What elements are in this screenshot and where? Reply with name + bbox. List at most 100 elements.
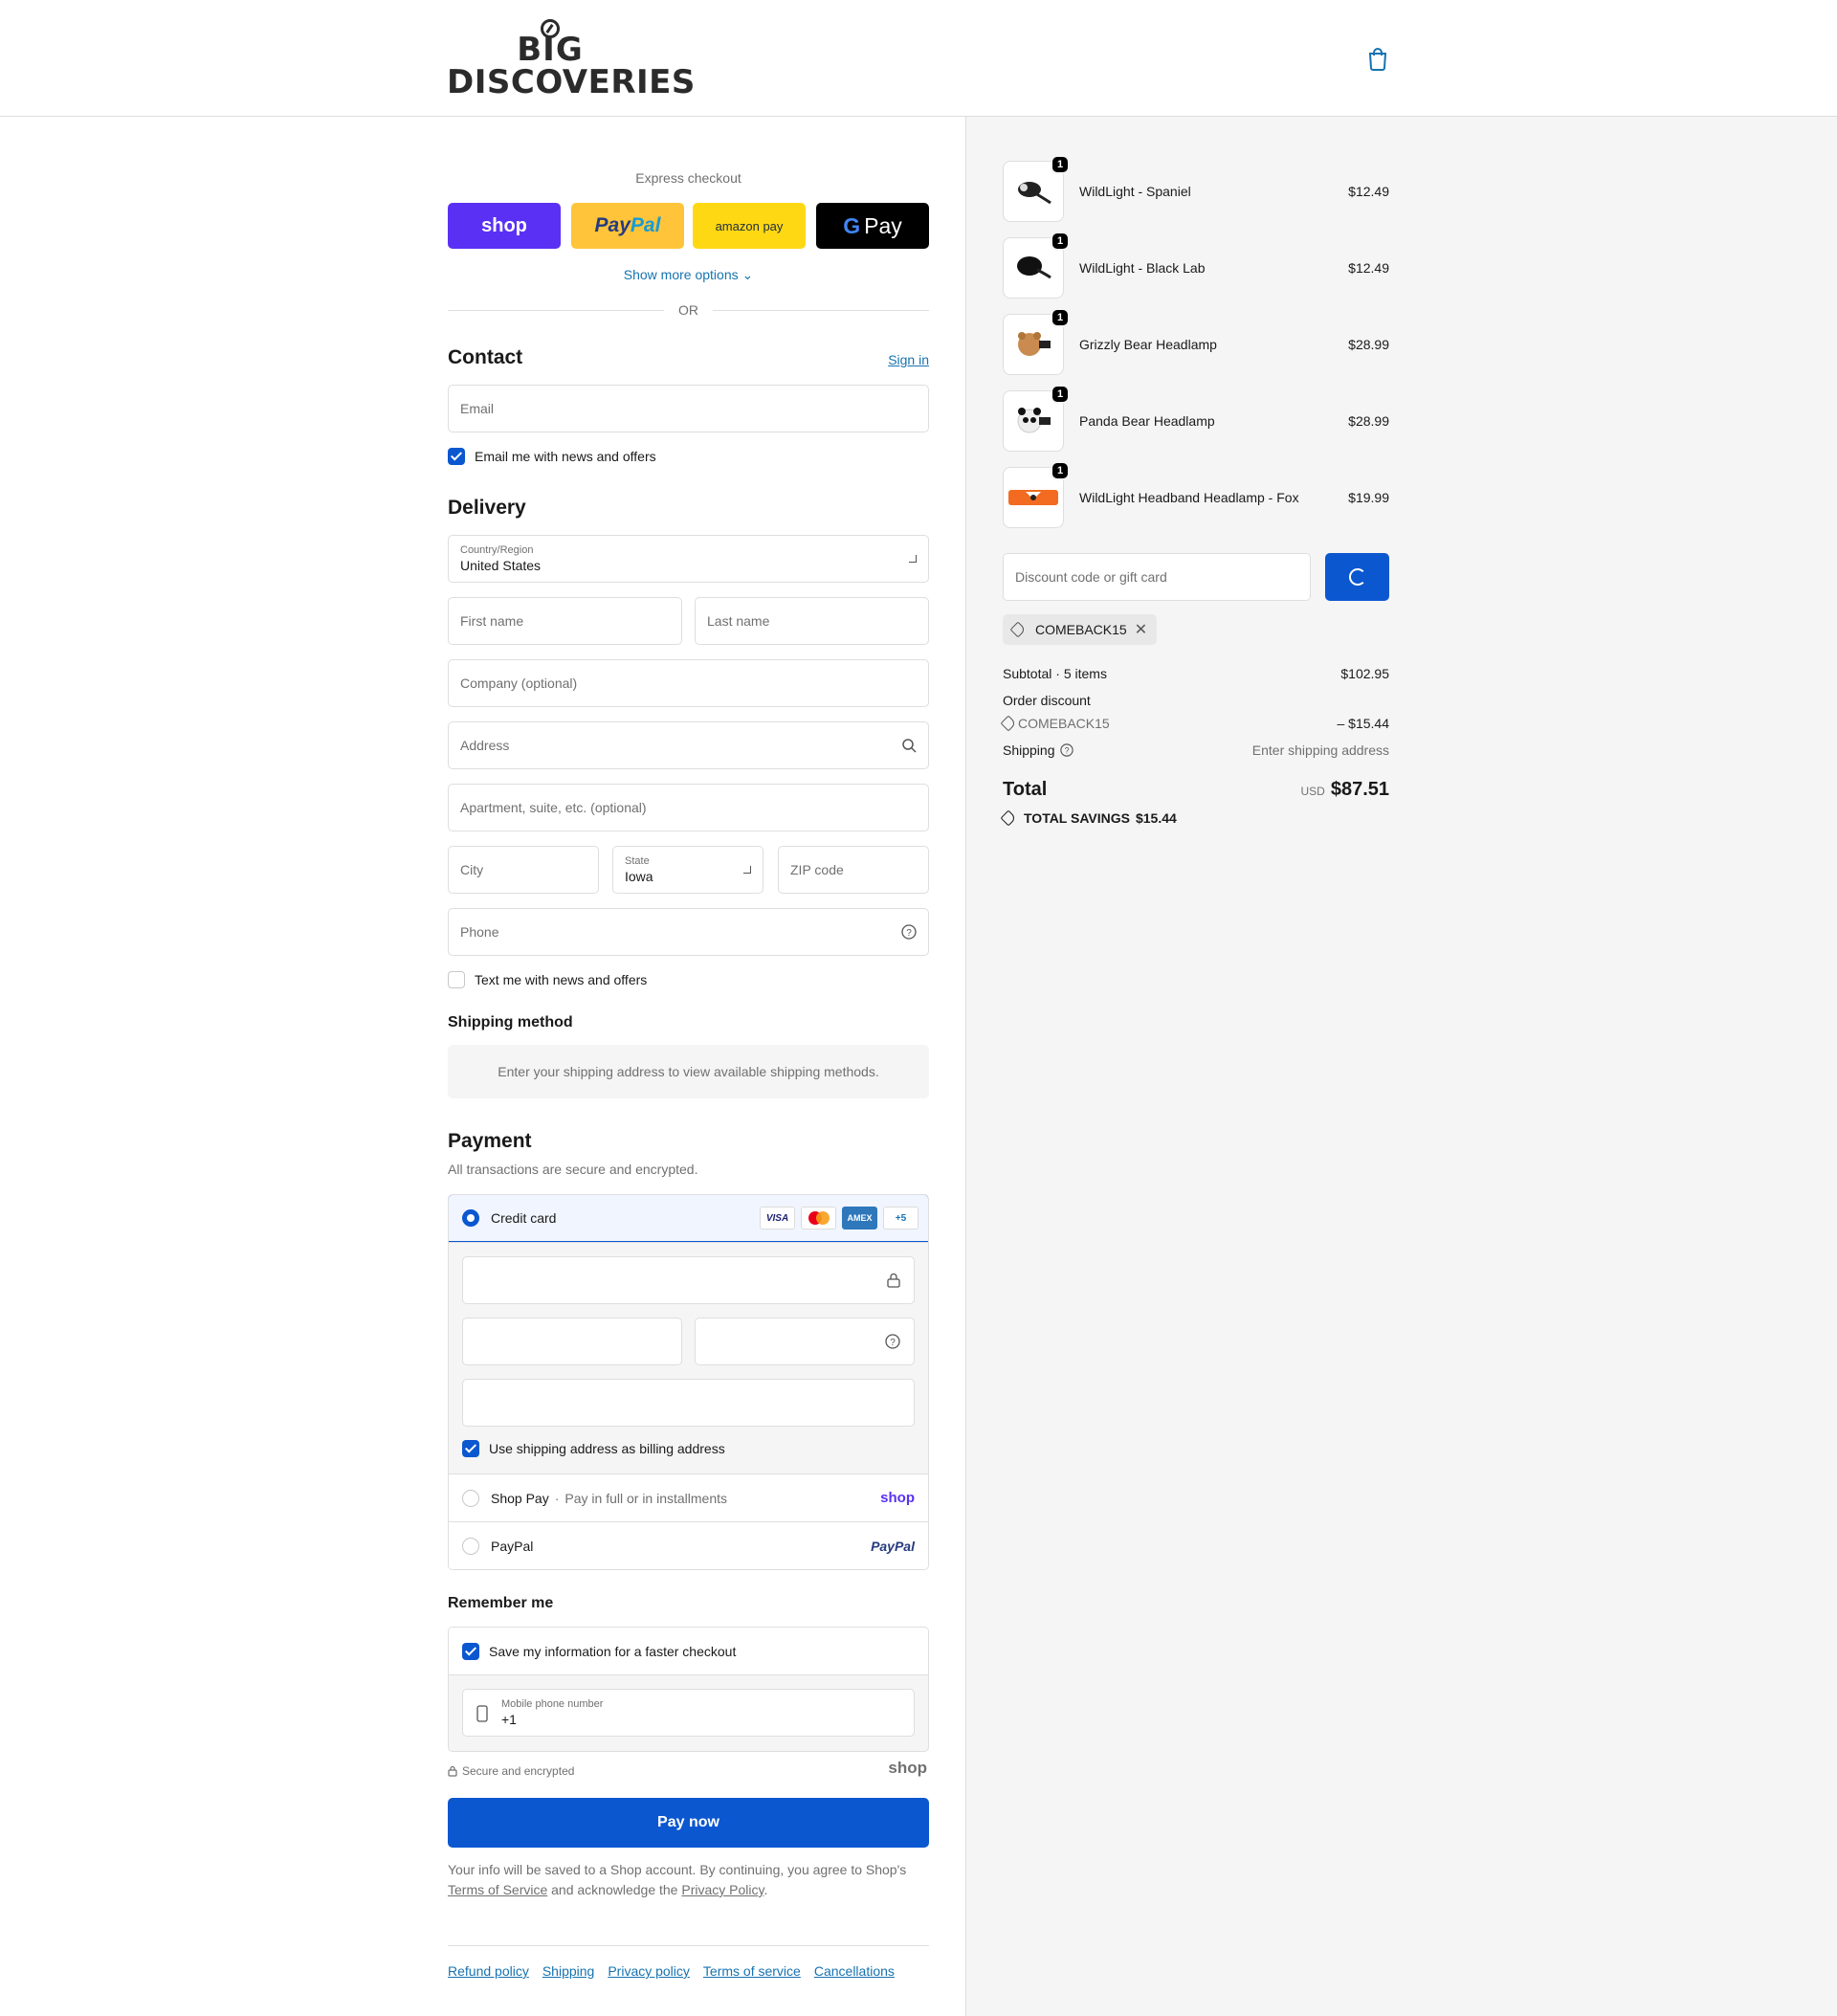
svg-text:?: ?: [1064, 746, 1069, 756]
security-code-field[interactable]: ?: [695, 1318, 915, 1365]
text-optin-checkbox[interactable]: Text me with news and offers: [448, 971, 647, 988]
help-icon[interactable]: ?: [901, 924, 917, 940]
mobile-phone-field[interactable]: Mobile phone number +1: [462, 1689, 915, 1737]
product-name: Grizzly Bear Headlamp: [1079, 337, 1217, 352]
total-row: Total USD $87.51: [1003, 779, 1389, 801]
shop-pay-button[interactable]: shop: [448, 203, 561, 249]
radio-unselected-icon: [462, 1489, 479, 1507]
expiration-date-field[interactable]: [462, 1318, 682, 1365]
apply-discount-button[interactable]: [1325, 553, 1389, 601]
product-name: WildLight - Black Lab: [1079, 260, 1206, 276]
quantity-badge: 1: [1051, 155, 1070, 174]
email-optin-label: Email me with news and offers: [475, 449, 656, 464]
currency-code: USD: [1300, 785, 1325, 798]
line-item: 1 Panda Bear Headlamp $28.99: [1003, 385, 1389, 452]
shop-pay-logo: shop: [880, 1490, 915, 1506]
paypal-option[interactable]: PayPal PayPal: [449, 1521, 928, 1569]
remember-me-box: Save my information for a faster checkou…: [448, 1627, 929, 1752]
credit-card-option[interactable]: Credit card VISA AMEX +5: [449, 1195, 928, 1242]
cancellations-link[interactable]: Cancellations: [814, 1963, 895, 1979]
shop-privacy-link[interactable]: Privacy Policy: [681, 1882, 764, 1897]
legal-line: Your info will be saved to a Shop accoun…: [448, 1862, 907, 1877]
discount-code-label: COMEBACK15: [1018, 716, 1110, 731]
email-placeholder: Email: [460, 401, 495, 416]
line-item: 1 WildLight Headband Headlamp - Fox $19.…: [1003, 461, 1389, 528]
billing-same-checkbox[interactable]: Use shipping address as billing address: [462, 1440, 725, 1457]
product-name: Panda Bear Headlamp: [1079, 413, 1215, 429]
quantity-badge: 1: [1051, 232, 1070, 251]
tag-icon: [1009, 621, 1027, 638]
more-cards-badge[interactable]: +5: [883, 1207, 918, 1230]
savings-label: TOTAL SAVINGS: [1024, 810, 1130, 826]
footer-divider: [448, 1945, 929, 1946]
card-number-field[interactable]: [462, 1256, 915, 1304]
mobile-phone-value: +1: [501, 1712, 517, 1727]
line-item: 1 WildLight - Spaniel $12.49: [1003, 155, 1389, 222]
applied-discount-chip: COMEBACK15 ✕: [1003, 614, 1158, 645]
terms-of-service-link[interactable]: Terms of service: [703, 1963, 801, 1979]
shop-pay-option[interactable]: Shop Pay · Pay in full or in installment…: [449, 1473, 928, 1521]
pay-now-button[interactable]: Pay now: [448, 1798, 929, 1848]
footer-links: Refund policy Shipping Privacy policy Te…: [448, 1963, 895, 1979]
product-price: $28.99: [1348, 413, 1389, 429]
discount-code-row: COMEBACK15 – $15.44: [1000, 715, 1389, 732]
svg-text:?: ?: [890, 1338, 896, 1348]
phone-placeholder: Phone: [460, 924, 499, 940]
email-optin-checkbox[interactable]: Email me with news and offers: [448, 448, 656, 465]
card-fields: ? Use shipping address as billing addres…: [449, 1242, 928, 1473]
first-name-field[interactable]: First name: [448, 597, 682, 645]
remove-code-icon[interactable]: ✕: [1135, 620, 1147, 639]
paypal-label-pal: Pal: [630, 214, 661, 236]
discount-code-input[interactable]: Discount code or gift card: [1003, 553, 1311, 601]
total-savings: TOTAL SAVINGS $15.44: [1000, 809, 1177, 827]
order-discount-row: Order discount: [1003, 693, 1389, 708]
show-more-options-link[interactable]: Show more options ⌄: [448, 267, 929, 283]
city-field[interactable]: City: [448, 846, 599, 894]
country-select[interactable]: Country/Region United States: [448, 535, 929, 583]
privacy-policy-link[interactable]: Privacy policy: [608, 1963, 690, 1979]
phone-field[interactable]: Phone ?: [448, 908, 929, 956]
state-select[interactable]: State Iowa: [612, 846, 764, 894]
country-value: United States: [460, 558, 542, 573]
name-on-card-field[interactable]: [462, 1379, 915, 1427]
line-item: 1 WildLight - Black Lab $12.49: [1003, 232, 1389, 299]
mastercard-icon: [801, 1207, 836, 1230]
apartment-field[interactable]: Apartment, suite, etc. (optional): [448, 784, 929, 831]
refund-policy-link[interactable]: Refund policy: [448, 1963, 529, 1979]
legal-text: Your info will be saved to a Shop accoun…: [448, 1860, 929, 1900]
total-label: Total: [1003, 779, 1048, 800]
shopping-bag-icon[interactable]: [1366, 46, 1389, 71]
payment-heading: Payment: [448, 1130, 532, 1152]
help-icon[interactable]: ?: [1059, 743, 1073, 757]
secure-text: Secure and encrypted: [462, 1764, 575, 1778]
product-name: WildLight Headband Headlamp - Fox: [1079, 490, 1299, 505]
zip-field[interactable]: ZIP code: [778, 846, 929, 894]
product-price: $28.99: [1348, 337, 1389, 352]
payment-subtitle: All transactions are secure and encrypte…: [448, 1162, 698, 1177]
paypal-logo: PayPal: [871, 1538, 915, 1554]
header: BIG DISCOVERIES: [0, 0, 1837, 117]
zip-placeholder: ZIP code: [790, 862, 844, 877]
product-price: $12.49: [1348, 260, 1389, 276]
address-placeholder: Address: [460, 738, 510, 753]
order-discount-label: Order discount: [1003, 693, 1091, 708]
address-field[interactable]: Address: [448, 721, 929, 769]
secure-note: Secure and encrypted: [448, 1764, 574, 1778]
shipping-policy-link[interactable]: Shipping: [542, 1963, 595, 1979]
email-field[interactable]: Email: [448, 385, 929, 432]
country-label: Country/Region: [460, 544, 534, 556]
checkbox-checked-icon: [448, 448, 465, 465]
google-pay-button[interactable]: G Pay: [816, 203, 929, 249]
save-info-checkbox[interactable]: Save my information for a faster checkou…: [449, 1628, 928, 1675]
last-name-field[interactable]: Last name: [695, 597, 929, 645]
contact-heading: Contact: [448, 346, 523, 368]
company-field[interactable]: Company (optional): [448, 659, 929, 707]
amazon-pay-button[interactable]: amazon pay: [693, 203, 806, 249]
brand-logo[interactable]: BIG DISCOVERIES: [447, 17, 695, 101]
shop-terms-link[interactable]: Terms of Service: [448, 1882, 547, 1897]
lock-icon: [448, 1765, 457, 1777]
sign-in-link[interactable]: Sign in: [888, 352, 929, 367]
paypal-button[interactable]: Pay Pal: [571, 203, 684, 249]
help-icon[interactable]: ?: [885, 1334, 900, 1349]
google-g-icon: G: [843, 212, 861, 238]
